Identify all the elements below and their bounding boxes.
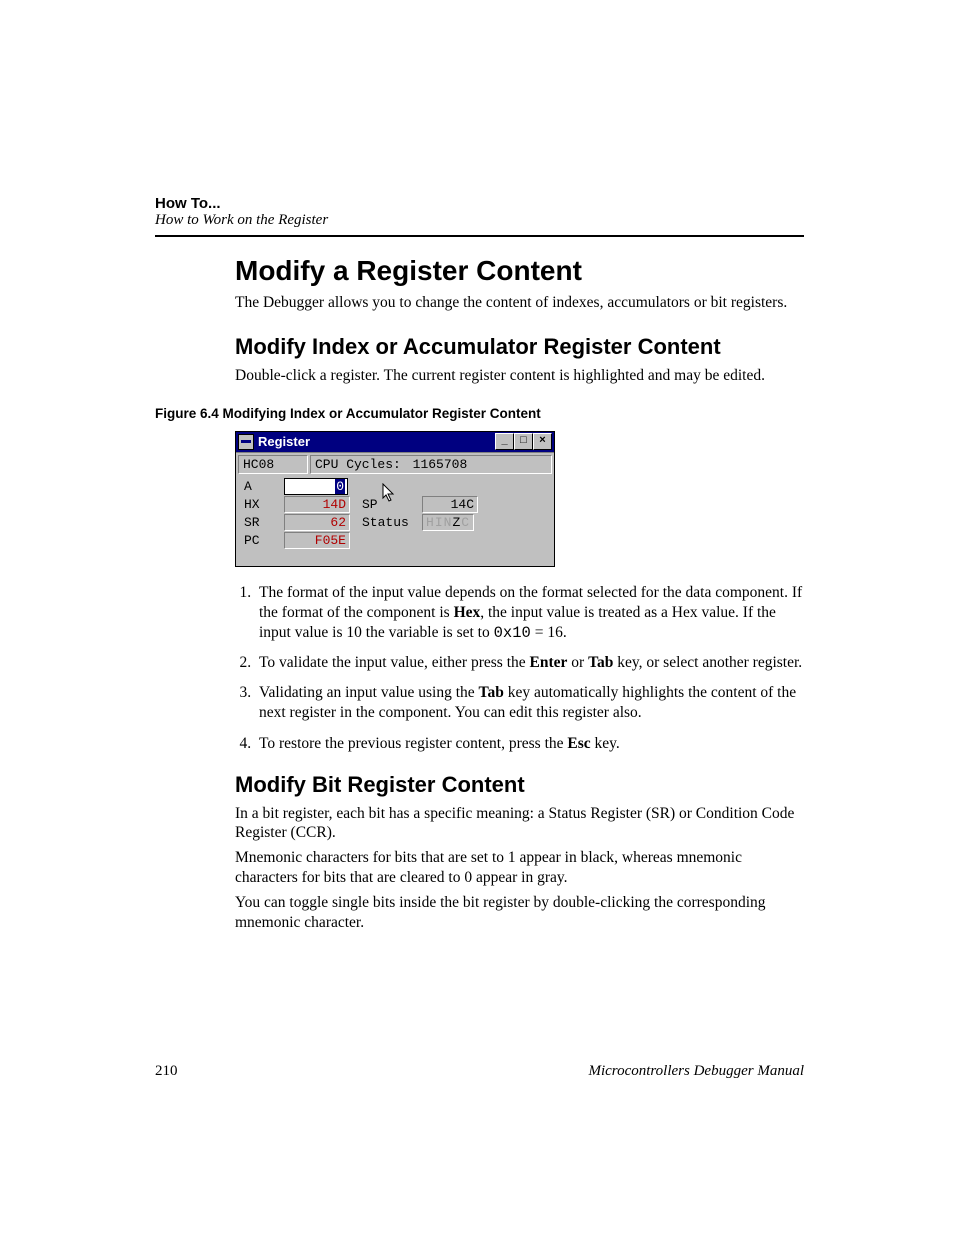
step-2: To validate the input value, either pres… — [255, 653, 804, 673]
running-head-title: How To... — [155, 195, 804, 212]
step-1: The format of the input value depends on… — [255, 583, 804, 643]
window-title: Register — [258, 434, 495, 449]
step-2-text-a: To validate the input value, either pres… — [259, 654, 530, 671]
subsection-2-p3: You can toggle single bits inside the bi… — [235, 893, 804, 932]
step-4: To restore the previous register content… — [255, 734, 804, 754]
reg-value-hx[interactable]: 14D — [284, 496, 350, 513]
step-3: Validating an input value using the Tab … — [255, 683, 804, 723]
cpu-chip-label: HC08 — [238, 455, 308, 474]
subsection-2-p1: In a bit register, each bit has a specif… — [235, 804, 804, 843]
section-title: Modify a Register Content — [235, 255, 804, 287]
step-4-bold-esc: Esc — [567, 735, 590, 752]
reg-value-a-edit[interactable]: 0 — [284, 478, 348, 495]
maximize-button[interactable]: □ — [514, 433, 533, 450]
reg-value-sr[interactable]: 62 — [284, 514, 350, 531]
steps-list: The format of the input value depends on… — [235, 583, 804, 754]
reg-label-a: A — [244, 479, 284, 494]
step-2-bold-tab: Tab — [588, 654, 613, 671]
step-4-text-c: key. — [591, 735, 620, 752]
step-1-mono: 0x10 — [494, 624, 531, 642]
section-intro: The Debugger allows you to change the co… — [235, 293, 804, 312]
running-head-subtitle: How to Work on the Register — [155, 212, 804, 229]
subsection-2-p2: Mnemonic characters for bits that are se… — [235, 848, 804, 887]
step-3-bold-tab: Tab — [479, 684, 504, 701]
window-titlebar[interactable]: Register _ □ × — [236, 432, 554, 452]
figure-caption: Figure 6.4 Modifying Index or Accumulato… — [155, 406, 804, 421]
cycles-label: CPU Cycles: — [315, 457, 401, 472]
step-3-text-a: Validating an input value using the — [259, 684, 479, 701]
reg-value-status[interactable]: HINZC — [422, 514, 474, 531]
manual-name: Microcontrollers Debugger Manual — [588, 1063, 804, 1080]
subsection-2-title: Modify Bit Register Content — [235, 772, 804, 798]
reg-label-sp: SP — [350, 497, 422, 512]
step-4-text-a: To restore the previous register content… — [259, 735, 567, 752]
step-1-bold: Hex — [454, 604, 481, 621]
step-2-text-c: or — [567, 654, 588, 671]
system-menu-icon[interactable] — [238, 434, 254, 450]
figure-register-window: Register _ □ × HC08 CPU Cycles: 1165708 — [235, 431, 804, 567]
close-button[interactable]: × — [533, 433, 552, 450]
minimize-button[interactable]: _ — [495, 433, 514, 450]
subsection-1-intro: Double-click a register. The current reg… — [235, 366, 804, 385]
reg-value-a-selected: 0 — [335, 479, 345, 494]
cycles-value: 1165708 — [413, 457, 468, 472]
step-1-text-e: = 16. — [531, 624, 567, 641]
step-2-text-e: key, or select another register. — [613, 654, 802, 671]
subsection-1-title: Modify Index or Accumulator Register Con… — [235, 334, 804, 360]
reg-label-hx: HX — [244, 497, 284, 512]
page-number: 210 — [155, 1063, 178, 1080]
step-2-bold-enter: Enter — [530, 654, 568, 671]
reg-label-sr: SR — [244, 515, 284, 530]
reg-label-status: Status — [350, 515, 422, 530]
reg-value-pc[interactable]: F05E — [284, 532, 350, 549]
header-rule — [155, 235, 804, 237]
reg-value-sp[interactable]: 14C — [422, 496, 478, 513]
page-footer: 210 Microcontrollers Debugger Manual — [155, 1063, 804, 1080]
cpu-cycles: CPU Cycles: 1165708 — [310, 455, 552, 474]
reg-label-pc: PC — [244, 533, 284, 548]
